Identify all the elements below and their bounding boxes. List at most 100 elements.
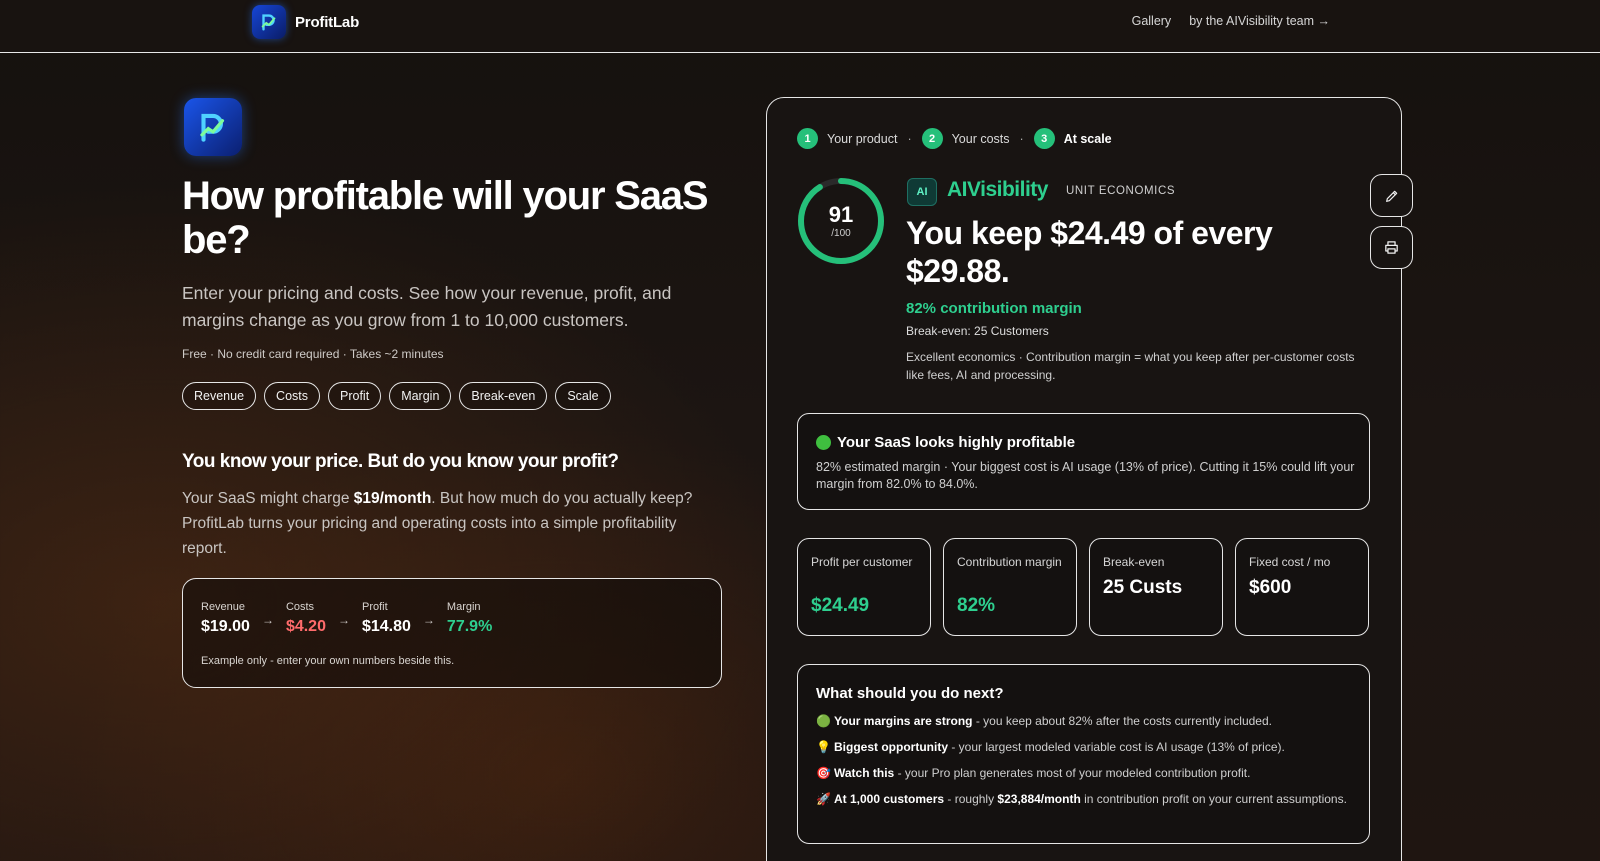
- list-item-bold: Watch this: [834, 766, 895, 780]
- step-2-number[interactable]: 2: [921, 128, 943, 149]
- metric-break-even: Break-even 25 Custs: [1089, 538, 1223, 636]
- keep-headline: You keep $24.49 of every $29.88.: [906, 215, 1273, 289]
- metric-label: Contribution margin: [957, 555, 1062, 569]
- question-title: You know your price. But do you know you…: [182, 451, 619, 472]
- metric-label: Fixed cost / mo: [1249, 555, 1331, 569]
- summary-title-text: Your SaaS looks highly profitable: [837, 434, 1076, 451]
- example-revenue-value: $19.00: [201, 618, 250, 635]
- product-name: AIVisibility: [947, 178, 1048, 201]
- brand[interactable]: ProfitLab: [252, 5, 359, 39]
- hero-title: How profitable will your SaaS be?: [182, 174, 709, 262]
- next-steps-title: What should you do next?: [816, 685, 1004, 702]
- list-item: 💡 Biggest opportunity - your largest mod…: [816, 738, 1356, 756]
- results-panel: 1 Your product · 2 Your costs · 3 At sca…: [766, 97, 1413, 861]
- step-3-number[interactable]: 3: [1033, 128, 1055, 149]
- chip-costs[interactable]: Costs: [264, 382, 320, 410]
- hero-subtitle: Enter your pricing and costs. See how yo…: [182, 283, 672, 330]
- list-item-bold: $23,884/month: [997, 792, 1081, 806]
- top-nav: Gallery by the AIVisibility team →: [1132, 14, 1330, 28]
- example-card: Revenue $19.00 → Costs $4.20 → Profit $1…: [182, 578, 722, 688]
- edit-button[interactable]: [1370, 174, 1413, 217]
- product-tag: UNIT ECONOMICS: [1066, 185, 1176, 197]
- printer-icon: [1385, 241, 1398, 254]
- question-body: Your SaaS might charge $19/month. But ho…: [182, 486, 712, 561]
- arrow-right-icon: →: [261, 613, 274, 627]
- list-item: 🟢 Your margins are strong - you keep abo…: [816, 712, 1356, 730]
- example-costs-label: Costs: [285, 601, 315, 613]
- metric-profit-per-customer: Profit per customer $24.49: [797, 538, 931, 636]
- metric-value: 82%: [957, 595, 996, 616]
- step-1-label[interactable]: Your product: [827, 132, 897, 146]
- question-body-pre: Your SaaS might charge: [182, 490, 354, 507]
- step-2-label[interactable]: Your costs: [952, 132, 1010, 146]
- example-costs: Costs $4.20: [286, 601, 326, 636]
- example-margin-label: Margin: [446, 601, 481, 613]
- list-item: 🚀 At 1,000 customers - roughly $23,884/m…: [816, 790, 1356, 808]
- target-icon: 🎯: [816, 766, 831, 780]
- chip-revenue[interactable]: Revenue: [182, 382, 257, 410]
- example-note: Example only - enter your own numbers be…: [201, 655, 455, 667]
- example-profit-label: Profit: [361, 601, 388, 613]
- rocket-icon: 🚀: [816, 792, 831, 806]
- summary-body: 82% estimated margin · Your biggest cost…: [816, 460, 1355, 491]
- example-revenue: Revenue $19.00: [201, 601, 250, 636]
- score-denominator: /100: [831, 227, 851, 239]
- list-item-rest: - your Pro plan generates most of your m…: [894, 766, 1251, 780]
- list-item-rest: - roughly: [944, 792, 998, 806]
- score-text: 91 /100: [796, 176, 886, 266]
- metric-value: $600: [1249, 577, 1292, 598]
- list-item-rest: in contribution profit on your current a…: [1080, 792, 1347, 806]
- top-bar: ProfitLab Gallery by the AIVisibility te…: [0, 0, 1600, 53]
- step-indicator: 1 Your product · 2 Your costs · 3 At sca…: [797, 128, 1112, 149]
- list-item-text: At 1,000 customers - roughly $23,884/mon…: [834, 790, 1347, 808]
- list-item-text: Your margins are strong - you keep about…: [834, 712, 1272, 730]
- example-row: Revenue $19.00 → Costs $4.20 → Profit $1…: [201, 601, 492, 636]
- green-status-icon: [816, 435, 831, 450]
- hero-logo-icon: [184, 98, 242, 156]
- chip-margin[interactable]: Margin: [389, 382, 452, 410]
- list-item-rest: - you keep about 82% after the costs cur…: [972, 714, 1272, 728]
- hero-meta: Free · No credit card required · Takes ~…: [182, 347, 444, 361]
- arrow-right-icon: →: [422, 613, 435, 627]
- list-item-bold: At 1,000 customers: [834, 792, 945, 806]
- print-button[interactable]: [1370, 226, 1413, 269]
- nav-gallery-link[interactable]: Gallery: [1132, 14, 1172, 28]
- example-revenue-label: Revenue: [201, 601, 246, 613]
- step-separator: ·: [907, 131, 912, 146]
- list-item: 🎯 Watch this - your Pro plan generates m…: [816, 764, 1356, 782]
- list-item-text: Watch this - your Pro plan generates mos…: [834, 764, 1250, 782]
- list-item-text: Biggest opportunity - your largest model…: [834, 738, 1285, 756]
- example-margin-value: 77.9%: [446, 618, 493, 635]
- metric-fixed-cost: Fixed cost / mo $600: [1235, 538, 1369, 636]
- lightbulb-icon: 💡: [816, 740, 831, 754]
- nav-team-link[interactable]: by the AIVisibility team →: [1189, 14, 1330, 28]
- list-item-rest: - your largest modeled variable cost is …: [948, 740, 1285, 754]
- next-steps-card: What should you do next? 🟢 Your margins …: [797, 664, 1370, 844]
- metric-label: Break-even: [1103, 555, 1165, 569]
- topic-chips: Revenue Costs Profit Margin Break-even S…: [182, 382, 611, 410]
- profitlab-logo-icon: [252, 5, 286, 39]
- chip-break-even[interactable]: Break-even: [459, 382, 548, 410]
- score-value: 91: [828, 201, 854, 227]
- metric-label: Profit per customer: [811, 555, 913, 569]
- next-steps-list: 🟢 Your margins are strong - you keep abo…: [816, 712, 1356, 816]
- example-margin: Margin 77.9%: [447, 601, 492, 636]
- list-item-bold: Your margins are strong: [834, 714, 973, 728]
- summary-card: Your SaaS looks highly profitable 82% es…: [797, 413, 1370, 510]
- example-profit-value: $14.80: [361, 618, 411, 635]
- economics-explanation: Excellent economics · Contribution margi…: [906, 350, 1355, 382]
- chip-scale[interactable]: Scale: [555, 382, 611, 410]
- list-item-bold: Biggest opportunity: [834, 740, 948, 754]
- question-body-price: $19/month: [353, 490, 432, 507]
- step-1-number[interactable]: 1: [797, 128, 818, 149]
- ai-badge: AI: [907, 178, 937, 206]
- arrow-right-icon: →: [337, 613, 350, 627]
- metric-value: 25 Custs: [1103, 577, 1183, 598]
- step-separator: ·: [1019, 131, 1024, 146]
- chip-profit[interactable]: Profit: [328, 382, 382, 410]
- step-3-label[interactable]: At scale: [1064, 132, 1112, 146]
- brand-name: ProfitLab: [295, 13, 360, 31]
- green-circle-icon: 🟢: [816, 714, 831, 728]
- example-costs-value: $4.20: [285, 618, 326, 635]
- contribution-margin-line: 82% contribution margin: [906, 300, 1082, 317]
